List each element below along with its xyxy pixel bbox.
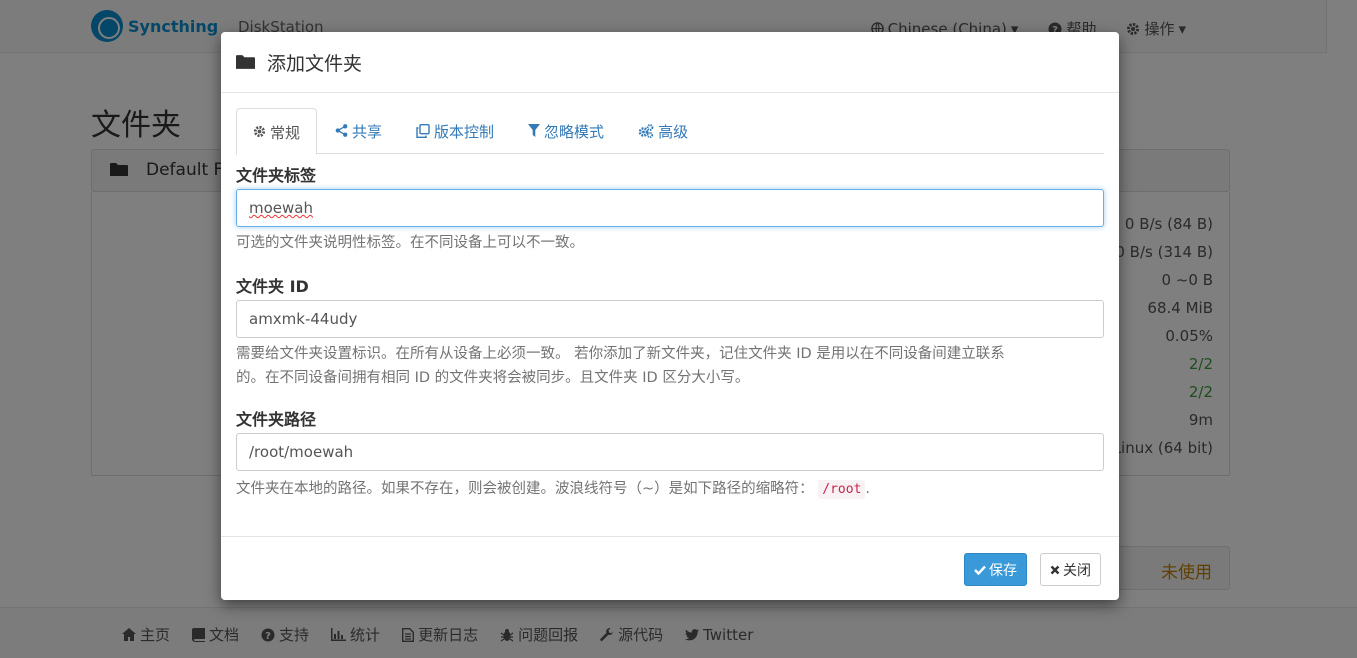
general-form: 文件夹标签 moewah 可选的文件夹说明性标签。在不同设备上可以不一致。 文件… xyxy=(236,162,1104,502)
tab-label: 高级 xyxy=(658,123,689,141)
tab-general[interactable]: 常规 xyxy=(236,108,318,155)
close-label: 关闭 xyxy=(1063,562,1091,579)
close-icon xyxy=(1050,565,1060,575)
tab-bar: 常规 共享 版本控制 忽略模式 高级 xyxy=(236,108,1104,155)
folder-id-value: amxmk-44udy xyxy=(249,310,358,328)
folder-id-help-line: 需要给文件夹设置标识。在所有从设备上必须一致。 若你添加了新文件夹，记住文件夹 … xyxy=(236,346,1005,362)
tab-label: 版本控制 xyxy=(434,123,495,141)
gears-icon xyxy=(638,121,654,138)
folder-path-value: /root/moewah xyxy=(249,443,354,461)
home-path-code: /root xyxy=(818,480,866,499)
tab-label: 忽略模式 xyxy=(544,123,605,141)
folder-id-heading: 文件夹 ID xyxy=(236,277,309,296)
add-folder-dialog: 添加文件夹 常规 共享 版本控制 忽略模式 高级 文件夹标签 moewah 可选… xyxy=(221,32,1119,600)
share-icon xyxy=(335,121,348,137)
gear-icon xyxy=(253,122,266,138)
folder-label-heading: 文件夹标签 xyxy=(236,166,317,185)
folder-label-value: moewah xyxy=(249,199,313,217)
tab-label: 共享 xyxy=(352,123,383,141)
modal-header: 添加文件夹 xyxy=(221,32,1119,93)
folder-label-input[interactable]: moewah xyxy=(236,189,1104,227)
tab-sharing[interactable]: 共享 xyxy=(319,108,398,154)
folder-icon xyxy=(236,54,255,70)
save-label: 保存 xyxy=(989,562,1017,579)
modal-title: 添加文件夹 xyxy=(267,52,363,75)
close-button[interactable]: 关闭 xyxy=(1040,553,1101,586)
folder-label-help: 可选的文件夹说明性标签。在不同设备上可以不一致。 xyxy=(236,235,584,251)
folder-id-help-line: 的。在不同设备间拥有相同 ID 的文件夹将会被同步。且文件夹 ID 区分大小写。 xyxy=(236,370,750,386)
copy-icon xyxy=(416,121,430,138)
folder-path-heading: 文件夹路径 xyxy=(236,410,317,429)
check-icon xyxy=(974,565,986,575)
folder-path-help: 文件夹在本地的路径。如果不存在，则会被创建。波浪线符号（~）是如下路径的缩略符：… xyxy=(236,477,1104,502)
folder-id-help: 需要给文件夹设置标识。在所有从设备上必须一致。 若你添加了新文件夹，记住文件夹 … xyxy=(236,342,1104,390)
folder-path-input[interactable]: /root/moewah xyxy=(236,433,1104,471)
folder-path-help-suffix: . xyxy=(865,481,871,497)
folder-id-input[interactable]: amxmk-44udy xyxy=(236,300,1104,338)
tab-advanced[interactable]: 高级 xyxy=(622,108,704,154)
modal-footer: 保存 关闭 xyxy=(221,536,1119,600)
tab-versioning[interactable]: 版本控制 xyxy=(400,108,510,154)
save-button[interactable]: 保存 xyxy=(964,553,1027,586)
tab-ignore-patterns[interactable]: 忽略模式 xyxy=(512,108,620,154)
folder-path-help-text: 文件夹在本地的路径。如果不存在，则会被创建。波浪线符号（~）是如下路径的缩略符： xyxy=(236,481,814,497)
tab-label: 常规 xyxy=(270,124,301,142)
filter-icon xyxy=(528,121,541,137)
